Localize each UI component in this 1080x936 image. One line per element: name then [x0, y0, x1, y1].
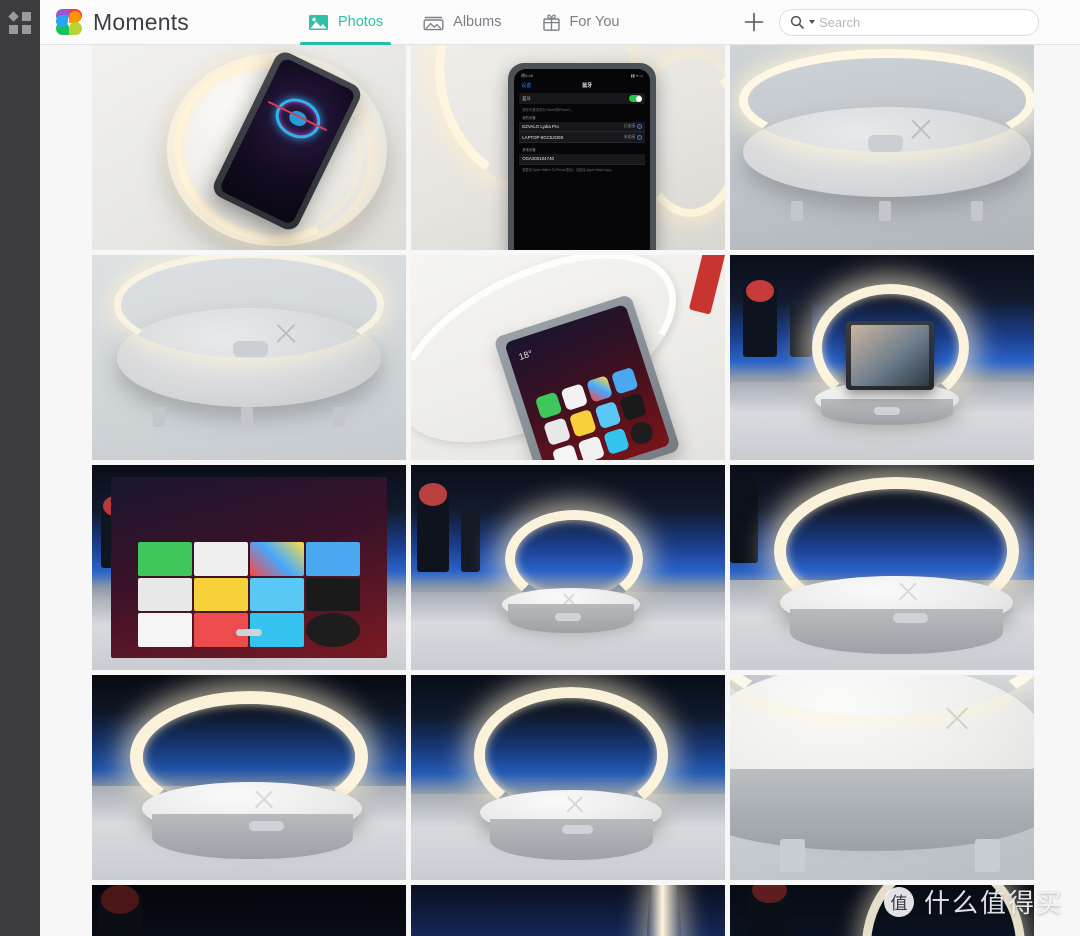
main-area: Moments Photos Albums For You Search 晚8:… [40, 0, 1080, 936]
bt-status-time: 晚8:46 [521, 73, 534, 79]
bt-toggle [629, 95, 643, 103]
photo-thumbnail: 18° [411, 255, 725, 460]
photo-tile[interactable]: 18° [411, 255, 725, 460]
photo-tile[interactable] [92, 675, 406, 880]
bt-subtitle: 现在可被发现为"Shen的iPhone"。 [522, 108, 574, 113]
photo-tile[interactable] [730, 885, 1044, 936]
photo-grid: 晚8:46 ▮▮ ▾ ▭ 设置 蓝牙 蓝牙 现在可被发现为"Shen的iPhon… [92, 45, 1044, 936]
search-box[interactable] [779, 8, 1039, 36]
bt-device-name: LAPTOP-8GC5JO0S [522, 134, 564, 140]
photo-thumbnail [411, 675, 725, 880]
app-header: Moments Photos Albums For You Search [40, 0, 1080, 45]
tab-for-you-label: For You [569, 14, 620, 30]
bt-device-status: 已连接 [623, 124, 636, 129]
photo-tile[interactable] [92, 255, 406, 460]
left-rail [0, 0, 40, 936]
photo-thumbnail [92, 675, 406, 880]
moments-flower-logo [56, 9, 82, 35]
photo-thumbnail [411, 465, 725, 670]
photo-thumbnail: 晚8:46 ▮▮ ▾ ▭ 设置 蓝牙 蓝牙 现在可被发现为"Shen的iPhon… [411, 45, 725, 250]
tab-for-you[interactable]: For You [522, 0, 640, 45]
photo-tile[interactable] [411, 885, 725, 936]
search-input[interactable] [819, 14, 1028, 30]
tab-photos[interactable]: Photos [288, 0, 403, 45]
info-icon: i [637, 134, 643, 140]
photo-tile[interactable] [730, 255, 1044, 460]
photo-thumbnail [92, 255, 406, 460]
photo-tile[interactable] [92, 885, 406, 936]
page-title: Moments [93, 8, 189, 35]
tab-albums[interactable]: Albums [403, 0, 521, 45]
photo-tile[interactable] [730, 675, 1044, 880]
photo-thumbnail [730, 675, 1044, 880]
photo-tile[interactable] [411, 465, 725, 670]
plus-icon [744, 12, 764, 32]
photo-thumbnail [92, 885, 406, 936]
main-tabs: Photos Albums For You [288, 0, 640, 45]
bt-toggle-label: 蓝牙 [522, 95, 531, 101]
info-icon: i [637, 124, 643, 130]
grid-right-gutter [1034, 45, 1080, 936]
bt-title: 蓝牙 [582, 83, 593, 90]
photo-thumbnail [411, 885, 725, 936]
brand: Moments [40, 9, 288, 36]
photo-tile[interactable] [411, 675, 725, 880]
bt-footer-note: 若要将 Apple Watch 与 iPhone 配对，请前往 Apple Wa… [522, 167, 614, 172]
photo-tile[interactable] [730, 45, 1044, 250]
bt-device-row: LAPTOP-8GC5JO0S 未连接 i [519, 132, 646, 144]
bt-device-name: EZVALO Lydia Pro [522, 124, 559, 130]
bt-device-row: OGA200104740 [519, 153, 646, 165]
photo-tile[interactable] [92, 465, 406, 670]
bt-device-row: EZVALO Lydia Pro 已连接 i [519, 121, 646, 133]
gift-icon [542, 13, 561, 32]
photo-thumbnail [730, 465, 1044, 670]
bt-back-label: 设置 [521, 83, 532, 90]
photo-thumbnail [92, 465, 406, 670]
search-icon [790, 15, 804, 29]
photo-thumbnail [92, 45, 406, 250]
tab-photos-label: Photos [338, 14, 384, 30]
photo-thumbnail [730, 255, 1044, 460]
album-icon [423, 14, 444, 31]
apps-grid-icon[interactable] [8, 11, 31, 34]
bt-device-name: OGA200104740 [522, 156, 554, 162]
tab-albums-label: Albums [453, 14, 502, 30]
bt-other-devices-header: 其他设备 [522, 148, 536, 153]
photo-thumbnail [730, 885, 1044, 936]
chevron-down-icon[interactable] [809, 20, 815, 24]
photo-thumbnail [730, 45, 1044, 250]
bt-status-icons: ▮▮ ▾ ▭ [630, 73, 644, 79]
weather-temp: 18° [517, 349, 534, 363]
add-button[interactable] [739, 7, 769, 37]
photo-tile[interactable] [730, 465, 1044, 670]
app-window: Moments Photos Albums For You Search 晚8:… [0, 0, 1080, 936]
photo-tile[interactable] [92, 45, 406, 250]
photo-tile[interactable]: 晚8:46 ▮▮ ▾ ▭ 设置 蓝牙 蓝牙 现在可被发现为"Shen的iPhon… [411, 45, 725, 250]
photo-icon [308, 14, 329, 31]
bt-device-status: 未连接 [623, 134, 636, 139]
photo-grid-scroll[interactable]: 晚8:46 ▮▮ ▾ ▭ 设置 蓝牙 蓝牙 现在可被发现为"Shen的iPhon… [40, 45, 1080, 936]
